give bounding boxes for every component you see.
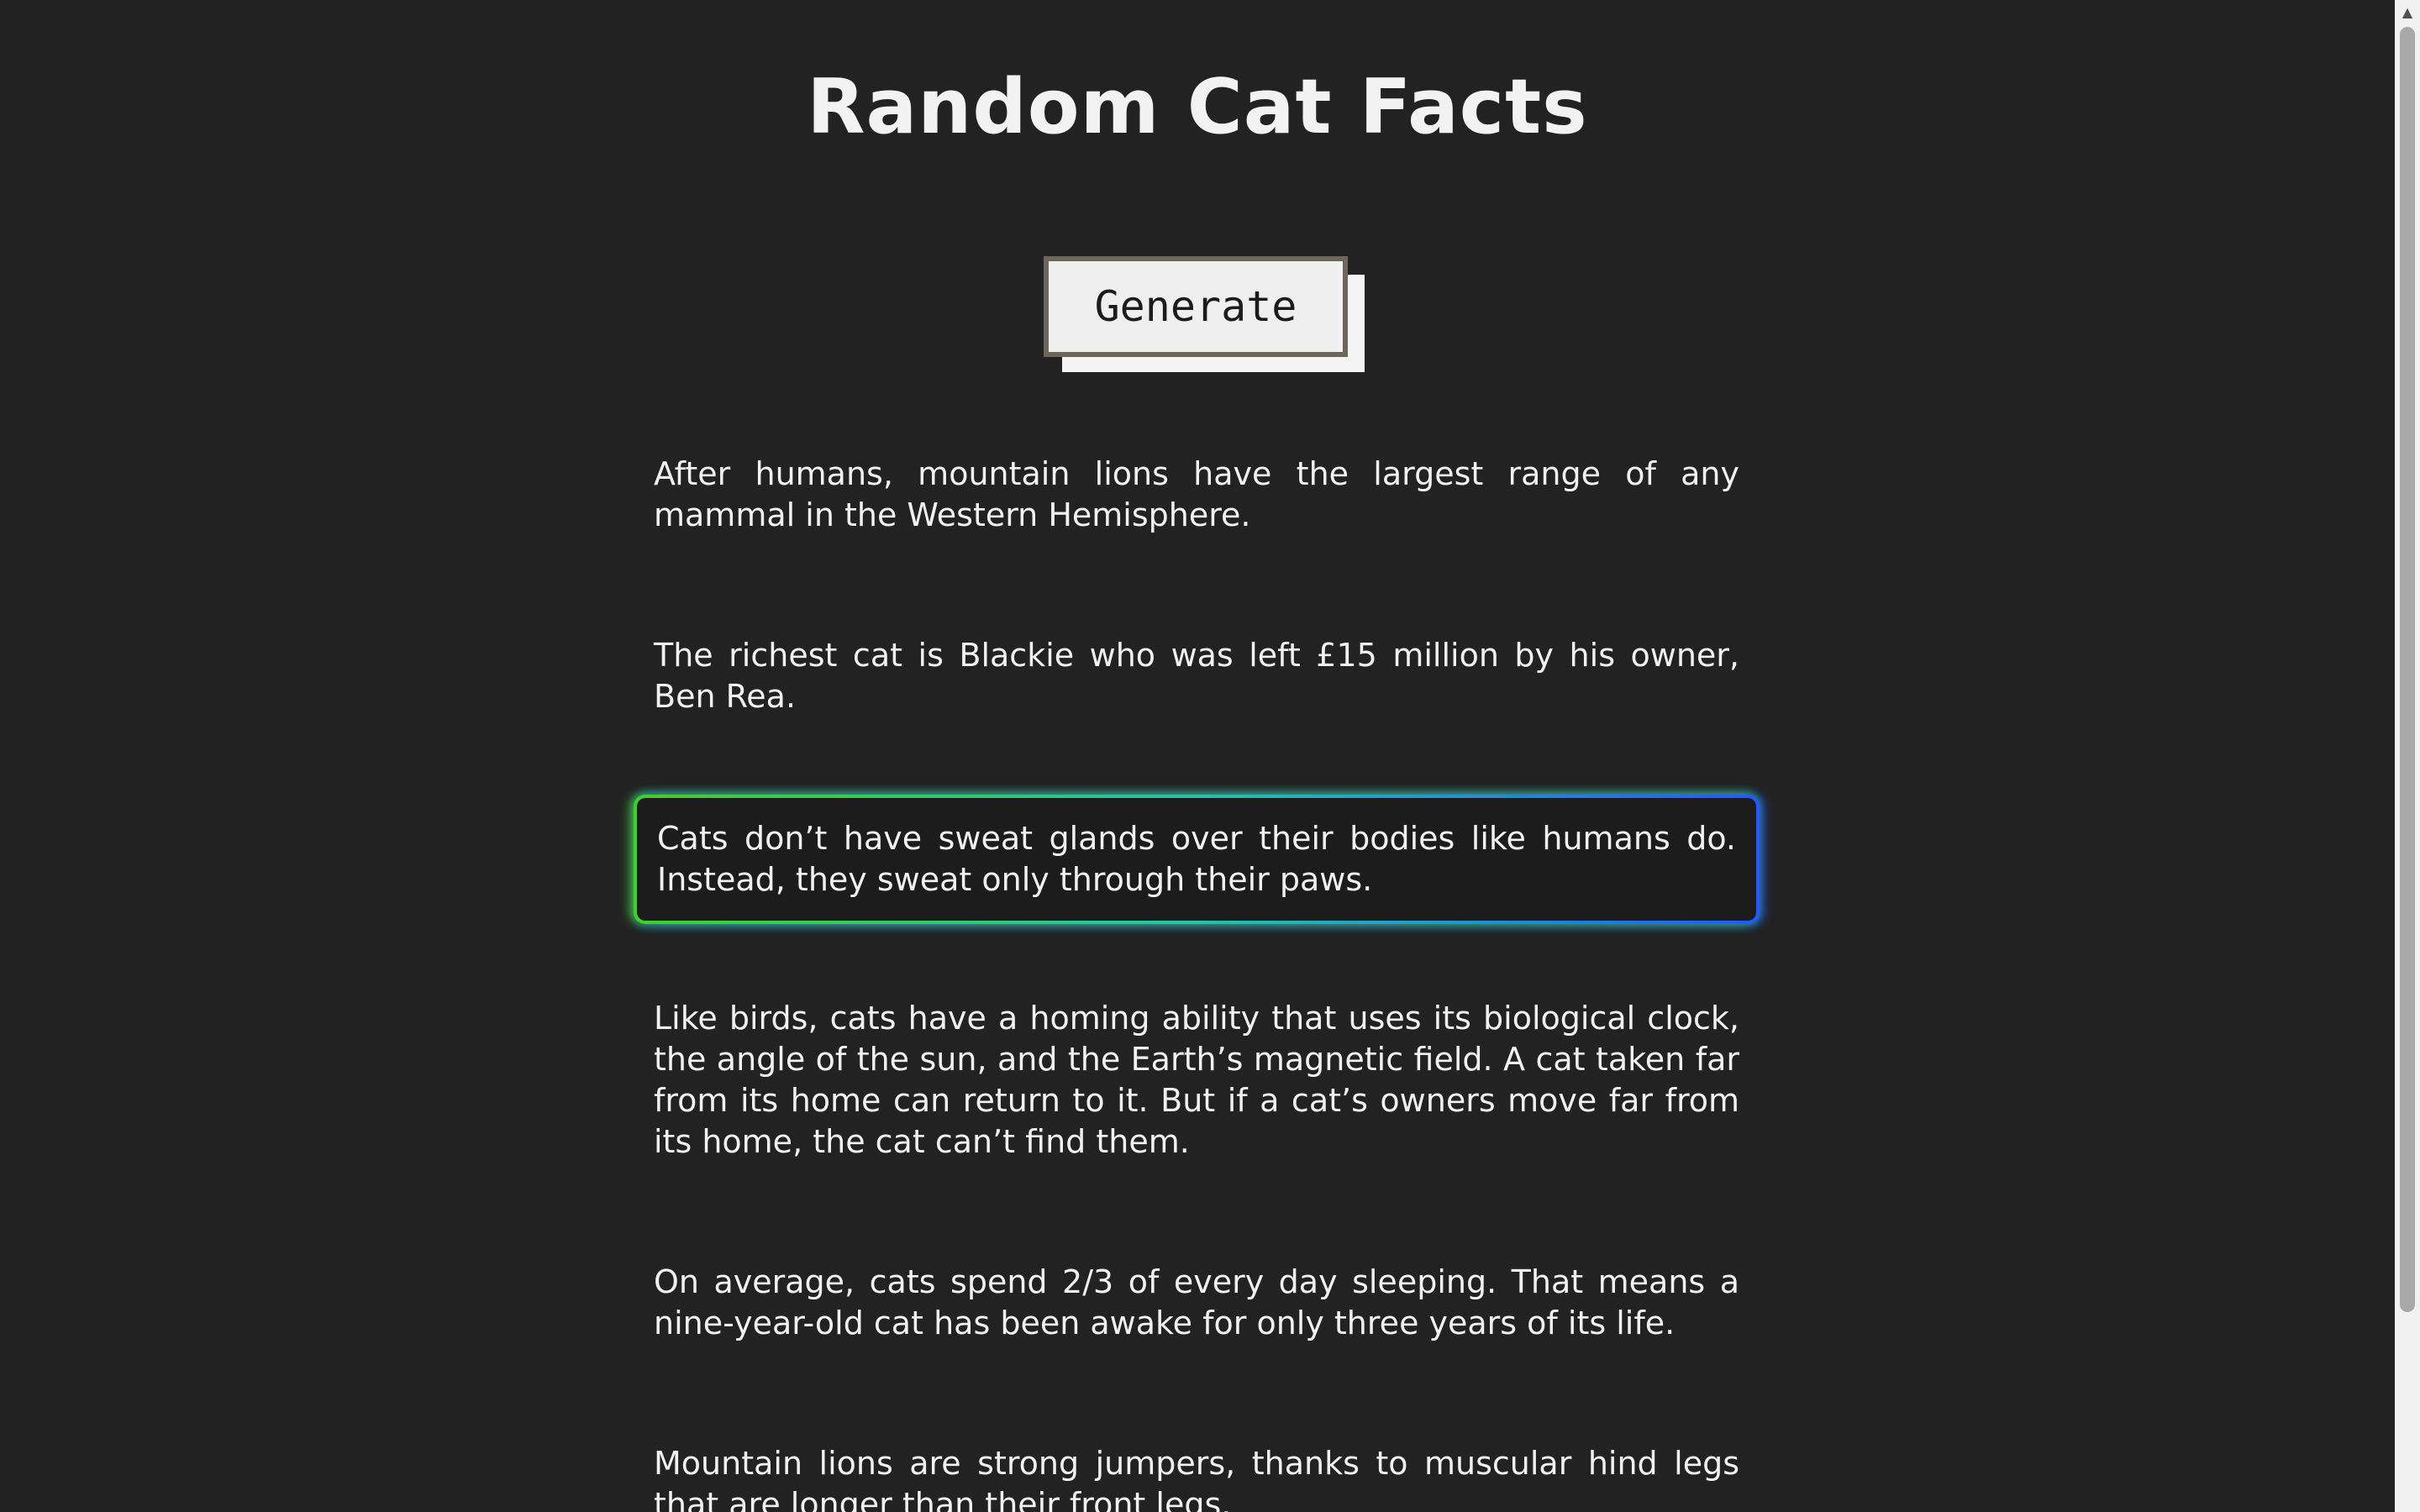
generate-button[interactable]: Generate (1044, 256, 1348, 357)
page-title: Random Cat Facts (807, 63, 1588, 151)
fact-item: After humans, mountain lions have the la… (654, 455, 1739, 533)
fact-item: Mountain lions are strong jumpers, thank… (654, 1445, 1739, 1512)
arrow-up-icon[interactable]: ▲ (2395, 0, 2420, 25)
page: Random Cat Facts Generate After humans, … (0, 0, 2395, 1512)
generate-button-wrapper: Generate (1044, 256, 1365, 372)
fact-item: The richest cat is Blackie who was left … (654, 637, 1739, 715)
vertical-scrollbar[interactable]: ▲ (2395, 0, 2420, 1512)
fact-item: Like birds, cats have a homing ability t… (654, 1000, 1739, 1160)
fact-item: On average, cats spend 2/3 of every day … (654, 1263, 1739, 1341)
scrollbar-thumb[interactable] (2400, 27, 2415, 1312)
fact-item-highlighted[interactable]: Cats don’t have sweat glands over their … (634, 795, 1760, 924)
